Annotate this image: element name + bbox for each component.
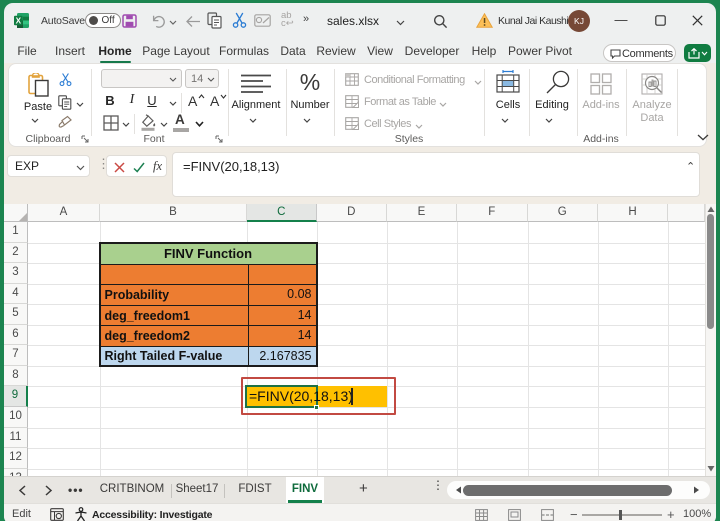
svg-text:X: X <box>16 16 22 25</box>
